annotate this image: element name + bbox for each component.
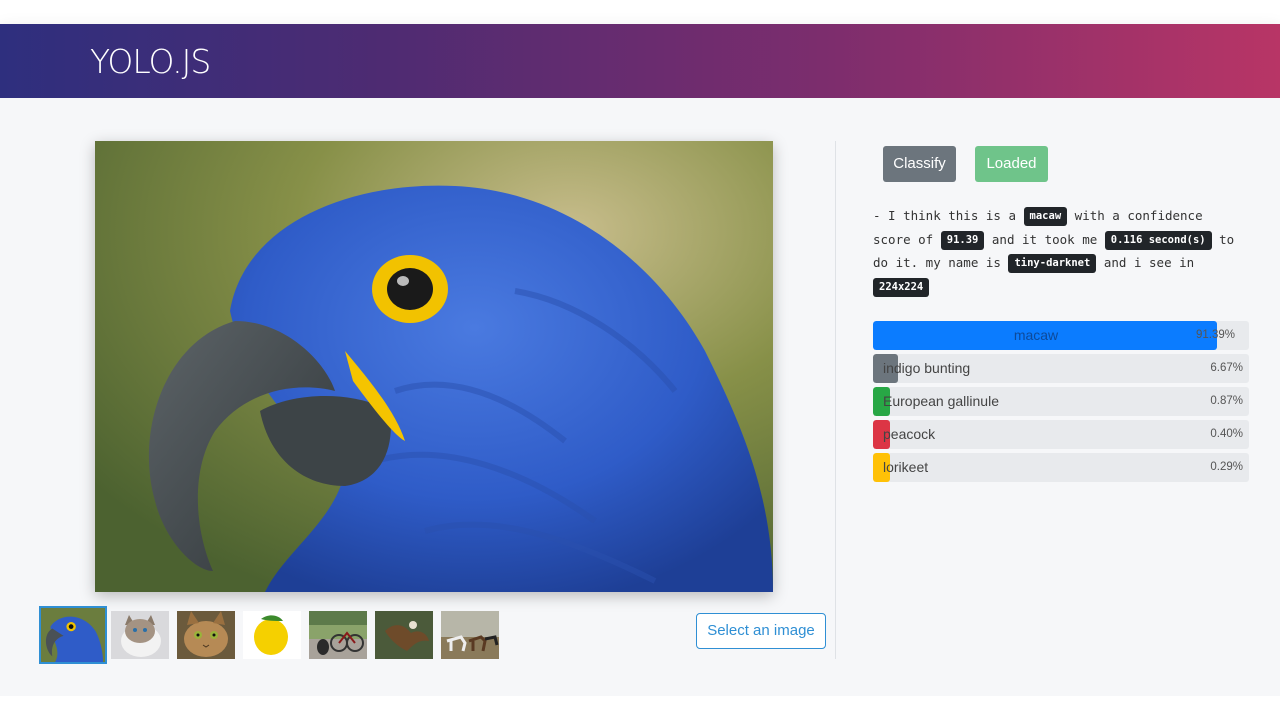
prediction-row: European gallinule 0.87% <box>873 387 1249 416</box>
brand-logo[interactable]: YOLO.JS <box>90 42 211 81</box>
prediction-percent: 91.39% <box>1195 329 1235 341</box>
classify-button[interactable]: Classify <box>883 146 956 182</box>
navbar: YOLO.JS <box>0 24 1280 98</box>
prediction-row: indigo bunting 6.67% <box>873 354 1249 383</box>
inference-time-badge: 0.116 second(s) <box>1104 230 1212 250</box>
input-size-badge: 224x224 <box>873 277 930 297</box>
main-image <box>95 141 773 592</box>
classification-result-text: - I think this is a macaw with a confide… <box>873 204 1243 298</box>
thumbnail-dog-bicycle[interactable] <box>309 611 367 659</box>
loaded-status-button[interactable]: Loaded <box>975 146 1048 182</box>
thumbnail-eagle[interactable] <box>375 611 433 659</box>
panel-divider <box>835 141 836 659</box>
prediction-percent: 0.29% <box>1210 461 1243 473</box>
prediction-label: peacock <box>883 426 936 442</box>
prediction-percent: 0.40% <box>1210 428 1243 440</box>
prediction-row: macaw 91.39% <box>873 321 1249 350</box>
thumbnail-lemon[interactable] <box>243 611 301 659</box>
prediction-row: peacock 0.40% <box>873 420 1249 449</box>
main-content: Select an image Classify Loaded - I thin… <box>0 98 1280 696</box>
prediction-label: indigo bunting <box>883 360 971 376</box>
thumbnail-cat[interactable] <box>111 611 169 659</box>
predicted-label-badge: macaw <box>1023 207 1068 226</box>
result-text-part: - I think this is a <box>873 208 1016 223</box>
thumbnail-macaw[interactable] <box>39 606 107 664</box>
confidence-score-badge: 91.39 <box>940 230 985 250</box>
thumbnail-tabby-cat[interactable] <box>177 611 235 659</box>
prediction-label: European gallinule <box>883 393 999 409</box>
result-text-part: and i see in <box>1103 255 1195 270</box>
prediction-percent: 6.67% <box>1210 362 1243 374</box>
thumbnail-horses[interactable] <box>441 611 499 659</box>
select-image-button[interactable]: Select an image <box>696 613 826 649</box>
prediction-label: lorikeet <box>883 459 929 475</box>
prediction-percent: 0.87% <box>1210 395 1243 407</box>
result-text-part: and it took me <box>991 231 1098 247</box>
model-name-badge: tiny-darknet <box>1008 254 1097 273</box>
prediction-label: macaw <box>1013 327 1059 343</box>
prediction-row: lorikeet 0.29% <box>873 453 1249 482</box>
prediction-bars: macaw 91.39% indigo bunting 6.67% European g… <box>873 321 1249 486</box>
